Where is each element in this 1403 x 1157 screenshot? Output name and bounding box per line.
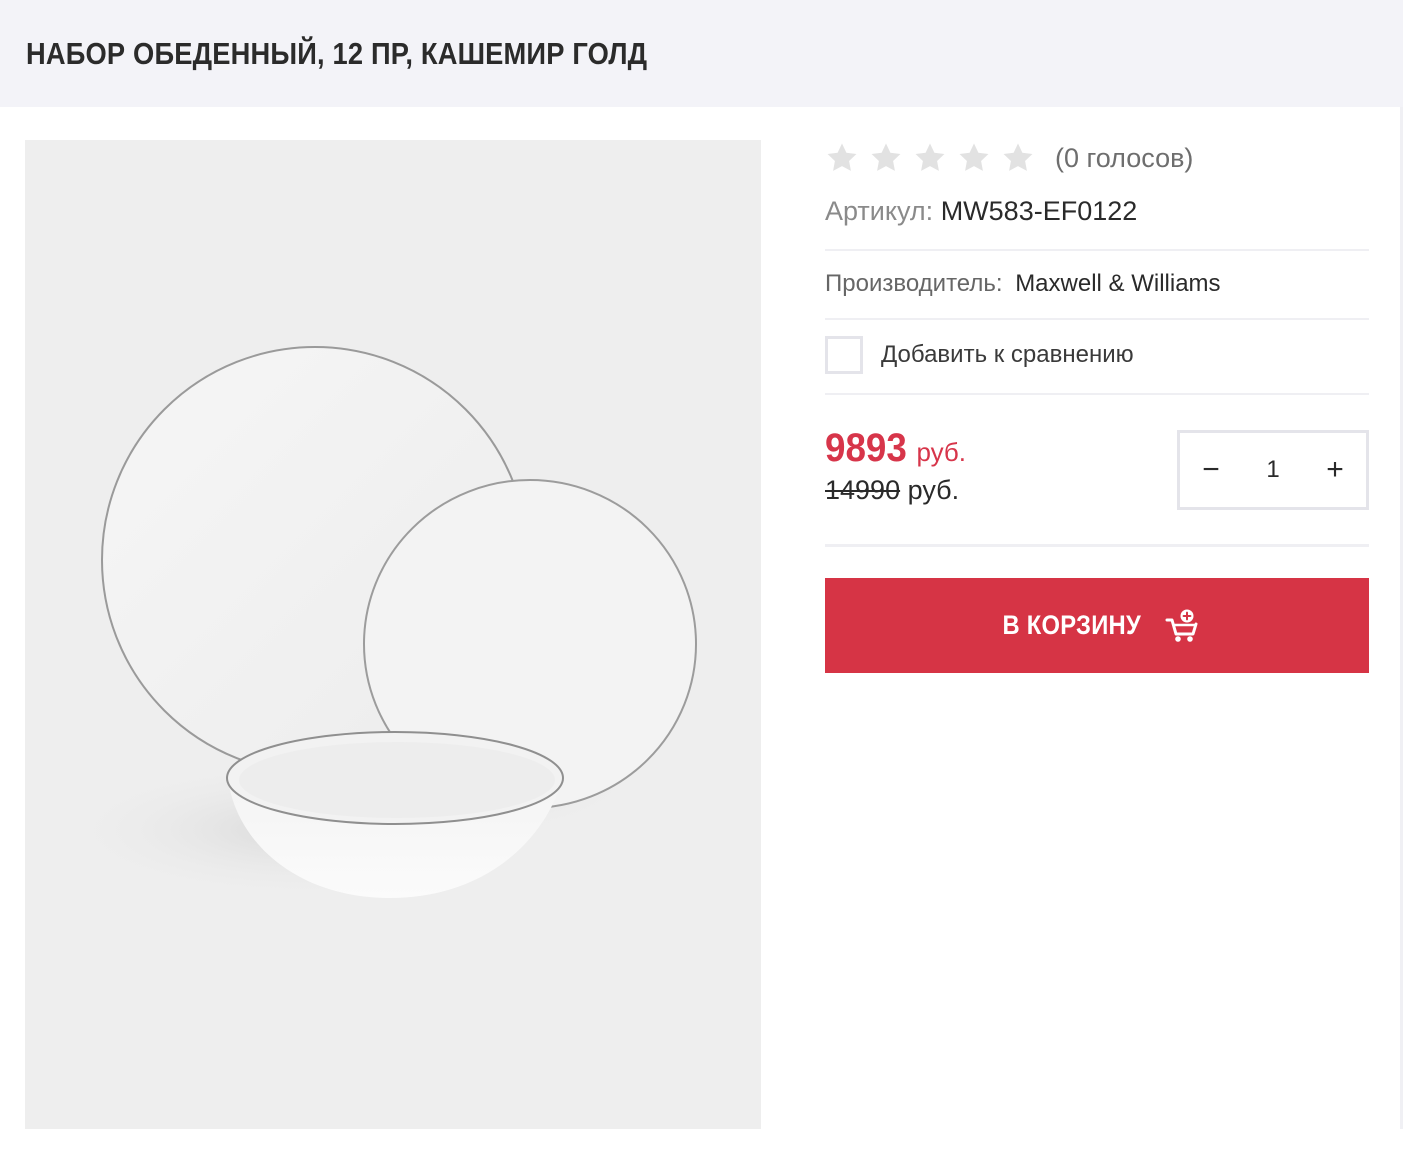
divider <box>825 249 1369 251</box>
quantity-increase-button[interactable]: + <box>1304 433 1366 507</box>
current-price-amount: 9893 <box>825 426 907 470</box>
brand-row: Производитель: Maxwell & Williams <box>825 270 1221 298</box>
quantity-decrease-button[interactable]: − <box>1180 433 1242 507</box>
rating[interactable]: (0 голосов) <box>825 138 1193 178</box>
add-to-cart-label: В КОРЗИНУ <box>1002 610 1142 640</box>
compare-checkbox[interactable] <box>825 336 863 374</box>
old-price-currency: руб. <box>907 475 960 505</box>
current-price: 9893 руб. <box>825 426 966 471</box>
star-icon[interactable] <box>1001 141 1035 175</box>
star-icon[interactable] <box>869 141 903 175</box>
star-icon[interactable] <box>825 141 859 175</box>
brand-label: Производитель: <box>825 270 1003 297</box>
old-price-amount: 14990 <box>825 475 901 505</box>
sku-row: Артикул: MW583-EF0122 <box>825 196 1137 227</box>
price-block: 9893 руб. 14990 руб. <box>825 426 966 506</box>
current-price-currency: руб. <box>916 437 967 467</box>
cart-add-icon <box>1165 609 1198 642</box>
star-icon[interactable] <box>913 141 947 175</box>
add-to-cart-button[interactable]: В КОРЗИНУ <box>825 578 1369 673</box>
divider <box>825 393 1369 395</box>
divider <box>825 544 1369 547</box>
product-image[interactable] <box>25 140 761 1129</box>
brand-link[interactable]: Maxwell & Williams <box>1015 270 1220 297</box>
votes-count: (0 голосов) <box>1055 142 1194 173</box>
compare-toggle[interactable]: Добавить к сравнению <box>825 336 1134 374</box>
page-title: НАБОР ОБЕДЕННЫЙ, 12 ПР, КАШЕМИР ГОЛД <box>26 36 648 71</box>
sku-value: MW583-EF0122 <box>940 196 1138 226</box>
quantity-stepper[interactable]: − 1 + <box>1177 430 1369 510</box>
sku-label: Артикул: <box>825 196 934 226</box>
quantity-input[interactable]: 1 <box>1248 456 1298 484</box>
divider <box>825 318 1369 320</box>
star-icon[interactable] <box>957 141 991 175</box>
compare-label[interactable]: Добавить к сравнению <box>881 341 1134 369</box>
page-header: НАБОР ОБЕДЕННЫЙ, 12 ПР, КАШЕМИР ГОЛД <box>0 0 1403 107</box>
old-price: 14990 руб. <box>825 475 966 506</box>
